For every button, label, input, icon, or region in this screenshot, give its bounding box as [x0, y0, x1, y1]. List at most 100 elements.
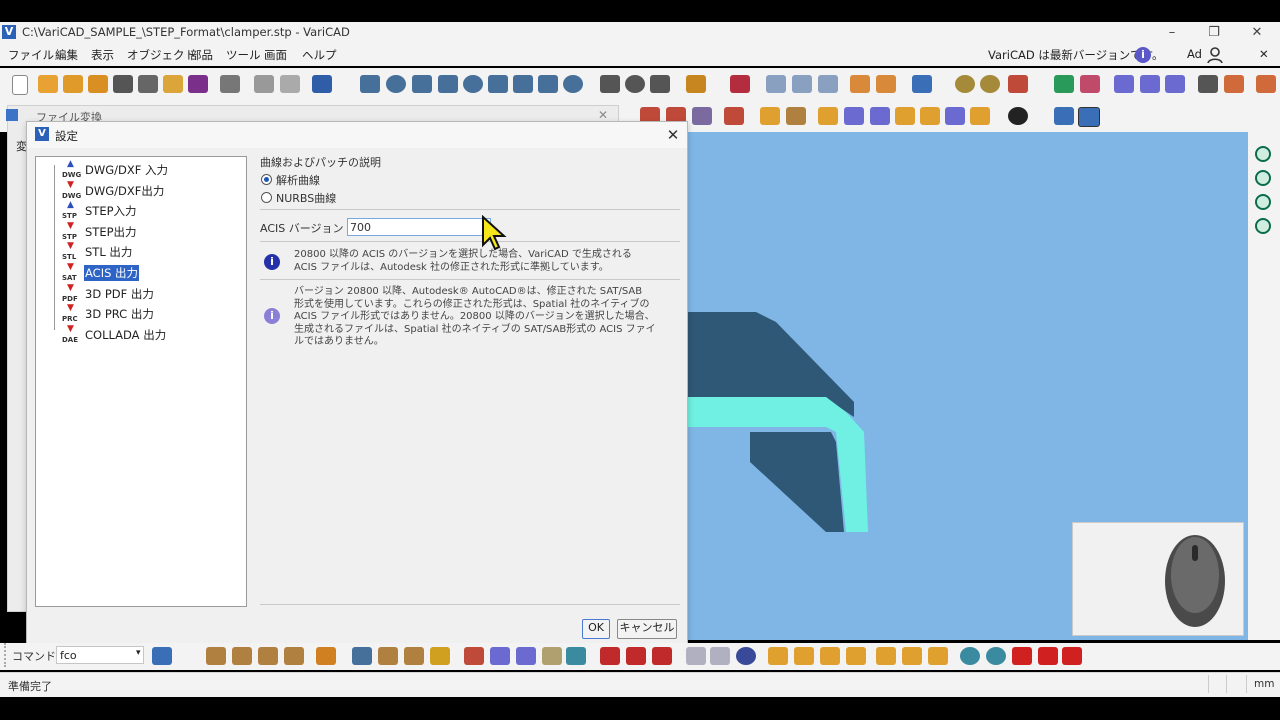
up-tool-1-icon[interactable] [876, 647, 896, 665]
menu-part[interactable]: 部品 [190, 47, 213, 63]
file-conversion-close[interactable]: ✕ [598, 108, 608, 122]
query-distance-icon[interactable] [232, 647, 252, 665]
distribute-icon[interactable] [516, 647, 536, 665]
query-point-icon[interactable] [206, 647, 226, 665]
boolean-icon[interactable] [724, 107, 744, 125]
mode-2d-icon[interactable] [1054, 107, 1074, 125]
cancel-button[interactable]: キャンセル [617, 619, 677, 639]
display-icon[interactable] [912, 75, 932, 93]
share-icon[interactable] [152, 647, 172, 665]
print-icon[interactable] [220, 75, 240, 93]
restore-button[interactable]: ❐ [1204, 24, 1224, 42]
window-close-button[interactable]: ✕ [1247, 24, 1267, 42]
tree-item[interactable]: ▼ DAE COLLADA 出力 [62, 324, 242, 344]
solid-cylinder-icon[interactable] [386, 75, 406, 93]
mode-3d-icon[interactable] [1078, 107, 1100, 127]
solid-extrude-icon[interactable] [513, 75, 533, 93]
arc-icon[interactable] [895, 107, 915, 125]
assembly-icon[interactable] [766, 75, 786, 93]
align-icon[interactable] [490, 647, 510, 665]
text-icon[interactable] [430, 647, 450, 665]
groups-icon[interactable] [850, 75, 870, 93]
delete-tool-3-icon[interactable] [1062, 647, 1082, 665]
arrow-tool-2-icon[interactable] [794, 647, 814, 665]
menu-object[interactable]: オブジェクト [127, 47, 196, 63]
save-all-icon[interactable] [138, 75, 158, 93]
dialog-close-button[interactable]: ✕ [663, 125, 683, 145]
arrow-tool-1-icon[interactable] [768, 647, 788, 665]
tree-item[interactable]: ▼ PDF 3D PDF 出力 [62, 283, 242, 303]
assembly-link-icon[interactable] [792, 75, 812, 93]
edge-icon[interactable] [870, 107, 890, 125]
files-tool-icon[interactable] [710, 647, 730, 665]
tree-item[interactable]: ▲ DWG DWG/DXF 入力 [62, 159, 242, 179]
solid-cone-icon[interactable] [412, 75, 432, 93]
solid-loft-icon[interactable] [538, 75, 558, 93]
check-interference-icon[interactable] [760, 107, 780, 125]
red-tool-2-icon[interactable] [626, 647, 646, 665]
save-icon[interactable] [113, 75, 133, 93]
tree-item[interactable]: ▼ STL STL 出力 [62, 241, 242, 261]
arrow-tool-3-icon[interactable] [820, 647, 840, 665]
undo-icon[interactable] [312, 75, 332, 93]
refresh-tool-2-icon[interactable] [986, 647, 1006, 665]
red-tool-3-icon[interactable] [652, 647, 672, 665]
acis-version-input[interactable] [347, 218, 491, 236]
solid-pyramid-icon[interactable] [438, 75, 458, 93]
nurbs-radio[interactable] [261, 192, 272, 203]
menu-close-button[interactable]: ✕ [1259, 47, 1269, 61]
box-view-icon[interactable] [1198, 75, 1218, 93]
solid-torus-icon[interactable] [463, 75, 483, 93]
point-icon[interactable] [818, 107, 838, 125]
mechanical-parts-icon[interactable] [686, 75, 706, 93]
zoom-in-icon[interactable] [1255, 146, 1271, 162]
menu-screen[interactable]: 画面 [264, 47, 287, 63]
pencil-icon[interactable] [316, 647, 336, 665]
pan-right-icon[interactable] [1255, 218, 1271, 234]
ok-button[interactable]: OK [582, 619, 610, 639]
move-icon[interactable] [1140, 75, 1160, 93]
query-icon[interactable] [786, 107, 806, 125]
center-icon[interactable] [1008, 107, 1028, 125]
menu-view[interactable]: 表示 [91, 47, 114, 63]
transform-icon[interactable] [1114, 75, 1134, 93]
import-down-icon[interactable] [1080, 75, 1100, 93]
delete-tool-1-icon[interactable] [1012, 647, 1032, 665]
red-tool-1-icon[interactable] [600, 647, 620, 665]
chevron-down-icon[interactable]: ▾ [136, 648, 141, 658]
zoom-window-icon[interactable] [955, 75, 975, 93]
query-angle-icon[interactable] [258, 647, 278, 665]
redo-icon[interactable] [945, 107, 965, 125]
solid-sphere-icon[interactable] [563, 75, 583, 93]
export-up-icon[interactable] [1054, 75, 1074, 93]
arrow-tool-4-icon[interactable] [846, 647, 866, 665]
open-folder-icon[interactable] [38, 75, 58, 93]
query-radius-icon[interactable] [284, 647, 304, 665]
layers-icon[interactable] [876, 75, 896, 93]
varicad-icon[interactable] [188, 75, 208, 93]
spring-icon[interactable] [650, 75, 670, 93]
analytic-radio[interactable] [261, 174, 272, 185]
link-icon[interactable] [464, 647, 484, 665]
assembly-tree-icon[interactable] [818, 75, 838, 93]
zoom-all-icon[interactable] [980, 75, 1000, 93]
bearing-icon[interactable] [625, 75, 645, 93]
bolt-icon[interactable] [600, 75, 620, 93]
paste-icon[interactable] [280, 75, 300, 93]
tree-item[interactable]: ▲ STP STEP入力 [62, 200, 242, 220]
menu-file[interactable]: ファイル [8, 47, 54, 63]
up-tool-3-icon[interactable] [928, 647, 948, 665]
import-icon[interactable] [88, 75, 108, 93]
info-icon[interactable]: i [1135, 47, 1151, 63]
delete-tool-2-icon[interactable] [1038, 647, 1058, 665]
user-icon[interactable] [1206, 46, 1224, 64]
tree-item[interactable]: ▼ DWG DWG/DXF出力 [62, 180, 242, 200]
up-tool-2-icon[interactable] [902, 647, 922, 665]
menu-help[interactable]: ヘルプ [302, 47, 337, 63]
folder-check-icon[interactable] [163, 75, 183, 93]
solid-box-icon[interactable] [360, 75, 380, 93]
solid-revolve-icon[interactable] [488, 75, 508, 93]
pan-left-icon[interactable] [1255, 194, 1271, 210]
render-icon[interactable] [1224, 75, 1244, 93]
settings-icon[interactable] [1256, 75, 1276, 93]
